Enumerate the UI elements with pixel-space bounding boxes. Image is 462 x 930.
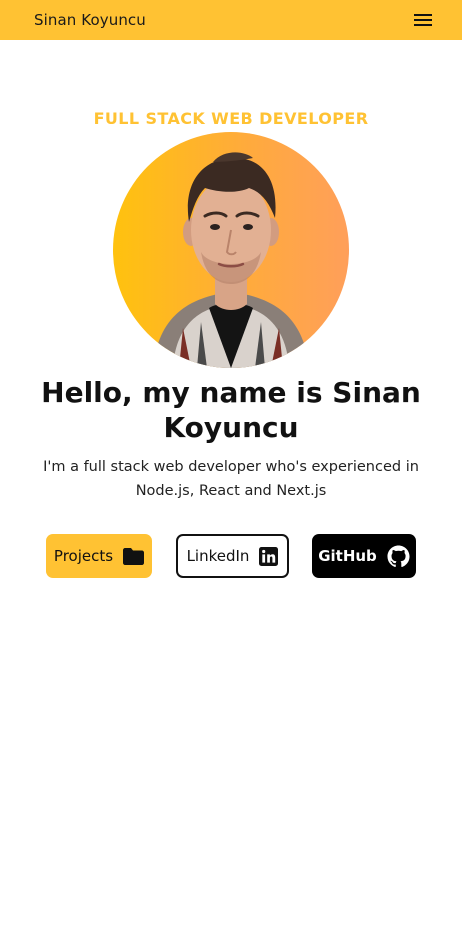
menu-line bbox=[414, 19, 432, 21]
role-title: FULL STACK WEB DEVELOPER bbox=[93, 109, 369, 128]
linkedin-icon bbox=[259, 546, 279, 566]
linkedin-button-label: LinkedIn bbox=[186, 547, 250, 565]
github-icon bbox=[387, 544, 410, 567]
page: Sinan Koyuncu FULL STACK WEB DEVELOPER H… bbox=[0, 0, 462, 930]
github-button-label: GitHub bbox=[318, 547, 377, 565]
brand-link[interactable]: Sinan Koyuncu bbox=[34, 11, 146, 29]
intro-heading: Hello, my name is Sinan Koyuncu bbox=[41, 376, 421, 444]
projects-button[interactable]: Projects bbox=[46, 534, 152, 578]
hamburger-menu-icon[interactable] bbox=[414, 11, 436, 29]
intro-subtitle: I'm a full stack web developer who's exp… bbox=[43, 459, 419, 499]
folder-icon bbox=[123, 547, 145, 565]
github-button[interactable]: GitHub bbox=[312, 534, 416, 578]
avatar bbox=[113, 132, 349, 368]
menu-line bbox=[414, 24, 432, 26]
navbar: Sinan Koyuncu bbox=[0, 0, 462, 40]
menu-line bbox=[414, 14, 432, 16]
linkedin-button[interactable]: LinkedIn bbox=[176, 534, 289, 578]
projects-button-label: Projects bbox=[53, 547, 114, 565]
avatar-portrait-image bbox=[153, 152, 309, 368]
